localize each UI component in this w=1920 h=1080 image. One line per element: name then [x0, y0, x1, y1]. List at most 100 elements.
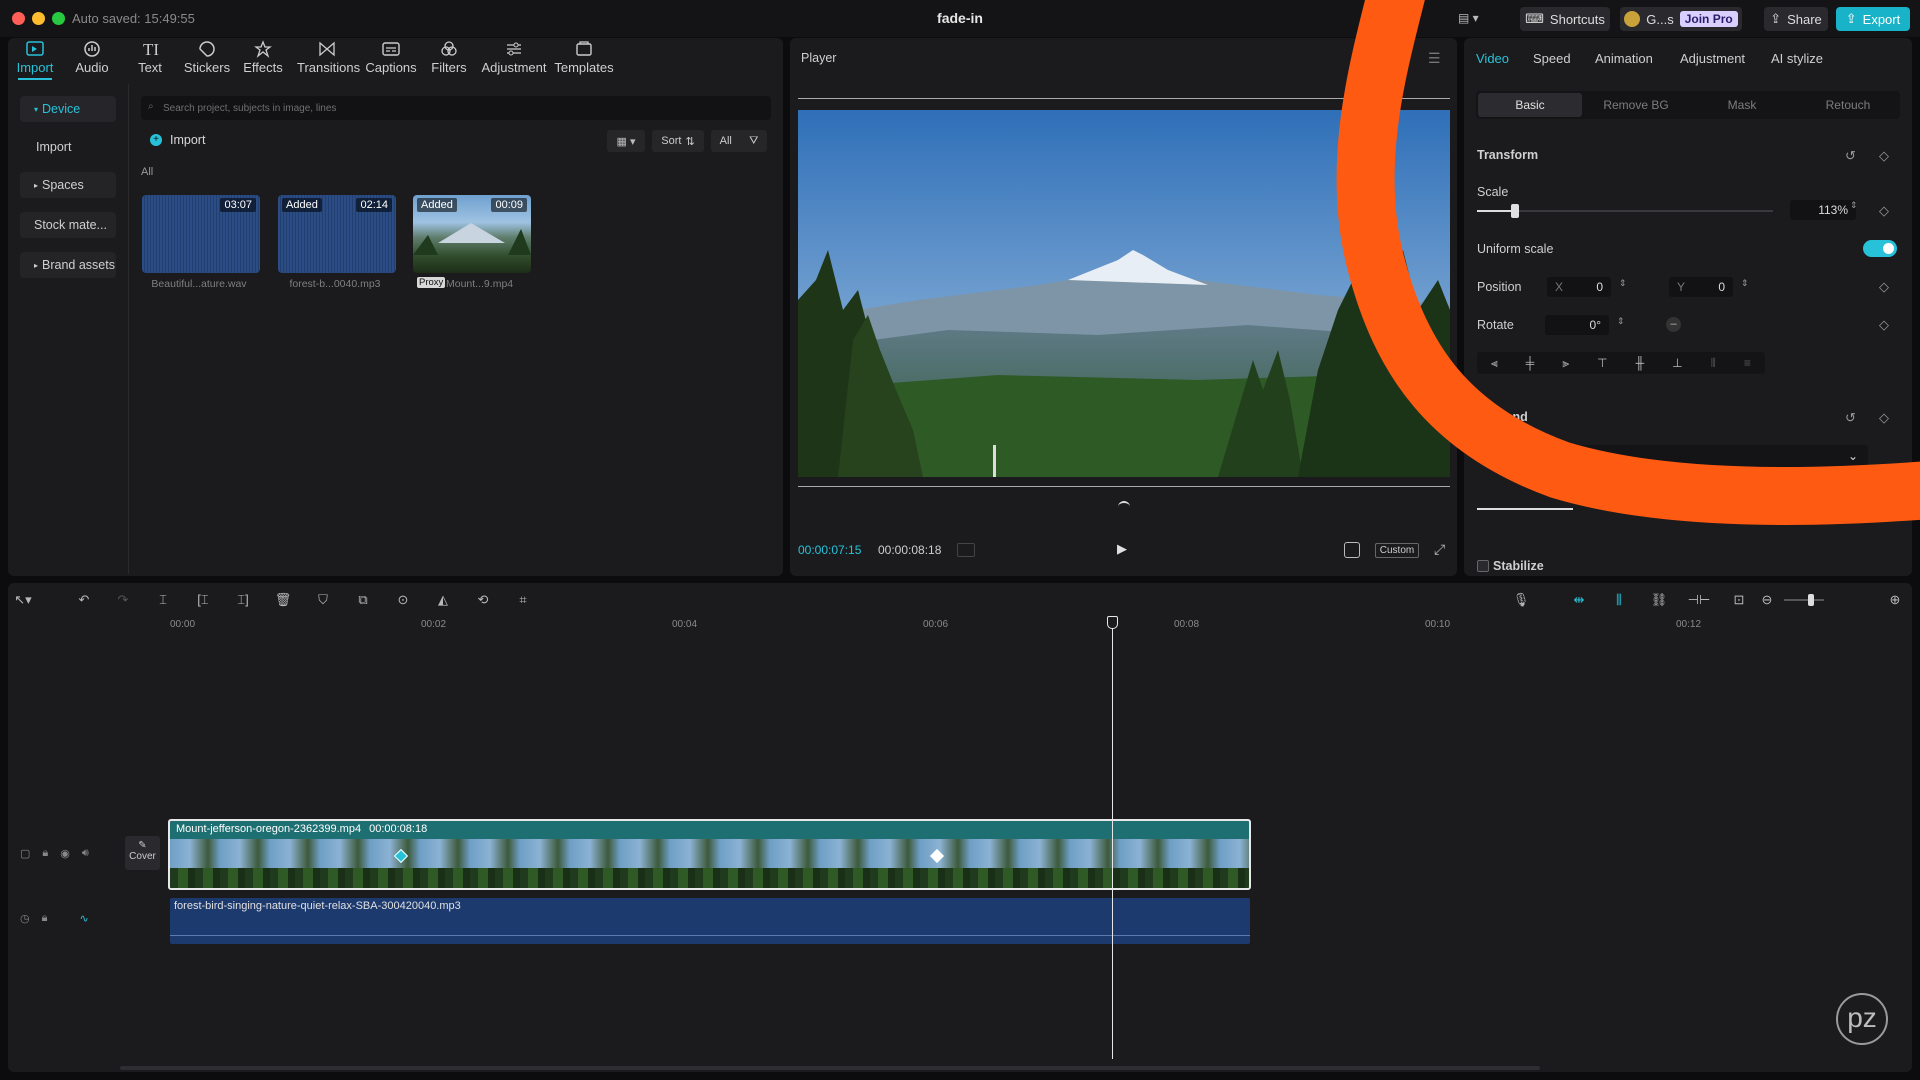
zoom-slider-thumb[interactable]: [1808, 594, 1814, 606]
align-center-h-icon[interactable]: ╪: [1526, 356, 1535, 370]
cover-button[interactable]: ✎ Cover: [125, 836, 160, 870]
freeze-icon[interactable]: ⧉: [354, 591, 372, 609]
layout-icon[interactable]: ▤ ▾: [1458, 11, 1488, 27]
stepper-icon[interactable]: ⇕: [1741, 278, 1749, 289]
align-center-v-icon[interactable]: ╫: [1636, 356, 1645, 370]
position-y-input[interactable]: Y0: [1669, 277, 1733, 297]
align-top-icon[interactable]: ⊤: [1597, 356, 1607, 370]
media-item-video[interactable]: Added 00:09: [413, 195, 531, 273]
distribute-h-icon[interactable]: ⦀: [1711, 356, 1716, 371]
lock-icon[interactable]: 🔒︎: [42, 912, 48, 925]
keyframe-icon[interactable]: ◇: [1879, 317, 1889, 333]
tab-animation[interactable]: Animation: [1595, 51, 1653, 66]
select-tool-icon[interactable]: ↖▾: [14, 591, 32, 609]
lock-icon[interactable]: 🔒︎: [42, 847, 48, 860]
crop-icon[interactable]: ⌗: [514, 591, 532, 609]
import-button[interactable]: + Import: [150, 133, 205, 147]
play-icon[interactable]: ▶: [1117, 541, 1131, 556]
rotate-input[interactable]: 0°: [1545, 315, 1609, 335]
link-icon[interactable]: ⛓: [1650, 591, 1668, 609]
tab-audio[interactable]: Audio: [62, 40, 122, 80]
thumbnail-icon[interactable]: ⊡: [1730, 591, 1748, 609]
media-item-audio-2[interactable]: Added 02:14: [278, 195, 396, 273]
eye-icon[interactable]: ◉: [60, 847, 70, 860]
auto-snap-icon[interactable]: ⫼: [1610, 591, 1628, 609]
marker-icon[interactable]: ⛉: [314, 591, 332, 609]
sidebar-item-device[interactable]: ▾ Device: [20, 96, 116, 122]
stepper-icon[interactable]: ⇕: [1617, 316, 1625, 327]
tab-templates[interactable]: Templates: [553, 40, 615, 80]
scale-slider[interactable]: [1477, 204, 1773, 218]
tab-stickers[interactable]: Stickers: [177, 40, 237, 80]
menu-icon[interactable]: ☰: [1428, 50, 1441, 67]
undo-icon[interactable]: ↶: [75, 591, 93, 609]
tab-effects[interactable]: Effects: [233, 40, 293, 80]
stepper-icon[interactable]: ⇕: [1850, 200, 1858, 211]
account-button[interactable]: G...s Join Pro: [1620, 7, 1742, 31]
zoom-in-icon[interactable]: ⊕: [1886, 591, 1904, 609]
align-left-icon[interactable]: ⫷: [1491, 356, 1498, 371]
subtab-remove-bg[interactable]: Remove BG: [1584, 93, 1688, 117]
speaker-icon[interactable]: 🔊︎: [82, 847, 89, 860]
blend-checkbox[interactable]: ✓: [1477, 411, 1489, 423]
split-left-icon[interactable]: [⌶: [194, 591, 212, 609]
reset-icon[interactable]: ↺: [1845, 410, 1856, 426]
grid-view-icon[interactable]: ▦ ▾: [607, 130, 645, 152]
track-select-icon[interactable]: ▢: [20, 847, 30, 860]
shortcuts-button[interactable]: ⌨ Shortcuts: [1520, 7, 1610, 31]
fullscreen-icon[interactable]: ⤢: [1434, 541, 1445, 558]
subtab-mask[interactable]: Mask: [1690, 93, 1794, 117]
tab-transitions[interactable]: Transitions: [297, 40, 360, 80]
sidebar-item-spaces[interactable]: ▸ Spaces: [20, 172, 116, 198]
distribute-v-icon[interactable]: ≡: [1744, 356, 1751, 370]
main-track-magnet-icon[interactable]: ⇹: [1570, 591, 1588, 609]
tab-adjustment-inspector[interactable]: Adjustment: [1680, 51, 1745, 66]
filter-button[interactable]: All ⛛: [711, 130, 767, 152]
timecode-format-icon[interactable]: [957, 543, 975, 557]
redo-icon[interactable]: ↷: [114, 591, 132, 609]
tab-adjustment[interactable]: Adjustment: [479, 40, 549, 80]
align-right-icon[interactable]: ⫸: [1562, 356, 1569, 371]
sidebar-item-import[interactable]: Import: [20, 134, 116, 160]
audio-wave-icon[interactable]: ∿: [79, 912, 88, 925]
timeline-scrollbar[interactable]: [120, 1066, 1540, 1070]
speed-icon[interactable]: ⊙: [394, 591, 412, 609]
tab-video[interactable]: Video: [1476, 51, 1509, 66]
zoom-slider[interactable]: [1784, 594, 1824, 606]
playhead[interactable]: [1112, 619, 1113, 1059]
rotate-handle-icon[interactable]: [1118, 501, 1130, 507]
delete-icon[interactable]: 🗑: [274, 591, 292, 609]
position-x-input[interactable]: X0: [1547, 277, 1611, 297]
blend-mode-select[interactable]: Default ⌄: [1542, 445, 1868, 467]
video-clip[interactable]: Mount-jefferson-oregon-2362399.mp4 00:00:…: [168, 819, 1251, 890]
tab-captions[interactable]: Captions: [361, 40, 421, 80]
audio-clip[interactable]: forest-bird-singing-nature-quiet-relax-S…: [170, 898, 1250, 944]
split-right-icon[interactable]: ⌶]: [234, 591, 252, 609]
keyframe-icon[interactable]: ◇: [1879, 410, 1889, 426]
scale-slider-thumb[interactable]: [1511, 204, 1520, 218]
microphone-icon[interactable]: 🎙: [1512, 591, 1530, 609]
sort-button[interactable]: Sort ⇅: [652, 130, 704, 152]
clock-icon[interactable]: ◷: [20, 912, 30, 925]
keyframe-icon[interactable]: ◇: [1879, 148, 1889, 164]
reset-icon[interactable]: ↺: [1845, 148, 1856, 164]
rotate-icon[interactable]: ⟲: [474, 591, 492, 609]
keyframe-icon[interactable]: ◇: [1879, 203, 1889, 219]
video-preview[interactable]: [798, 110, 1450, 477]
tab-import[interactable]: Import: [5, 40, 65, 80]
export-button[interactable]: ⇪ Export: [1836, 7, 1910, 31]
subtab-retouch[interactable]: Retouch: [1796, 93, 1900, 117]
opacity-slider-fill[interactable]: [1477, 508, 1573, 510]
preview-axis-icon[interactable]: ⊣⊢: [1688, 591, 1711, 609]
media-item-audio-1[interactable]: 03:07: [142, 195, 260, 273]
scale-input[interactable]: 113%: [1790, 200, 1856, 220]
sidebar-item-brand-assets[interactable]: ▸ Brand assets: [20, 252, 116, 278]
fit-screen-icon[interactable]: [1344, 542, 1360, 558]
split-icon[interactable]: ⌶: [154, 591, 172, 609]
zoom-out-icon[interactable]: ⊖: [1758, 591, 1776, 609]
tab-ai-stylize[interactable]: AI stylize: [1771, 51, 1823, 66]
share-button[interactable]: ⇪ Share: [1764, 7, 1828, 31]
media-search-input[interactable]: ⌕ Search project, subjects in image, line…: [141, 96, 771, 120]
sidebar-item-stock-material[interactable]: Stock mate...: [20, 212, 116, 238]
subtab-basic[interactable]: Basic: [1478, 93, 1582, 117]
